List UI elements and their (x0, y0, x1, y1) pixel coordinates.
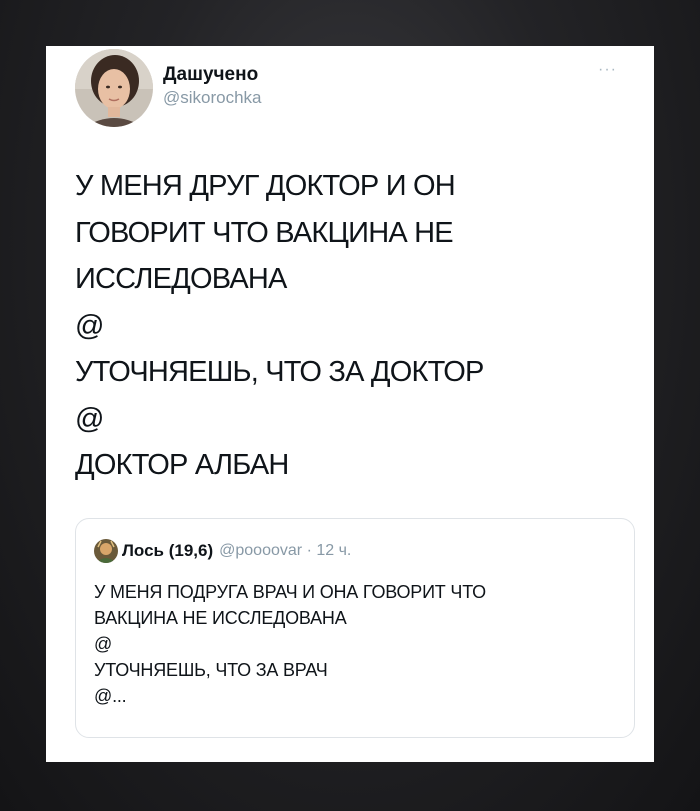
ellipsis-icon[interactable]: ··· (598, 62, 617, 78)
author-avatar[interactable] (75, 49, 153, 127)
author-handle[interactable]: @sikorochka (163, 86, 262, 110)
author-names: Дашучено @sikorochka (163, 64, 262, 110)
quoted-author-avatar[interactable] (94, 539, 118, 563)
tweet-header: Дашучено @sikorochka ··· (75, 49, 635, 129)
quoted-tweet[interactable]: Лось (19,6) @poooovar · 12 ч. У МЕНЯ ПОДР… (75, 518, 635, 738)
quoted-author-display-name[interactable]: Лось (19,6) (122, 541, 213, 560)
author-display-name[interactable]: Дашучено (163, 64, 262, 86)
quoted-tweet-header: Лось (19,6) @poooovar · 12 ч. (94, 539, 351, 567)
tweet-text: У МЕНЯ ДРУГ ДОКТОР И ОН ГОВОРИТ ЧТО ВАКЦ… (75, 170, 484, 481)
meta-separator: · (306, 542, 312, 559)
tweet-card: Дашучено @sikorochka ··· У МЕНЯ ДРУГ ДОК… (46, 46, 654, 762)
quoted-tweet-time[interactable]: 12 ч. (316, 542, 351, 559)
quoted-tweet-text: У МЕНЯ ПОДРУГА ВРАЧ И ОНА ГОВОРИТ ЧТО ВА… (94, 582, 486, 706)
quoted-author-handle[interactable]: @poooovar (219, 542, 302, 559)
